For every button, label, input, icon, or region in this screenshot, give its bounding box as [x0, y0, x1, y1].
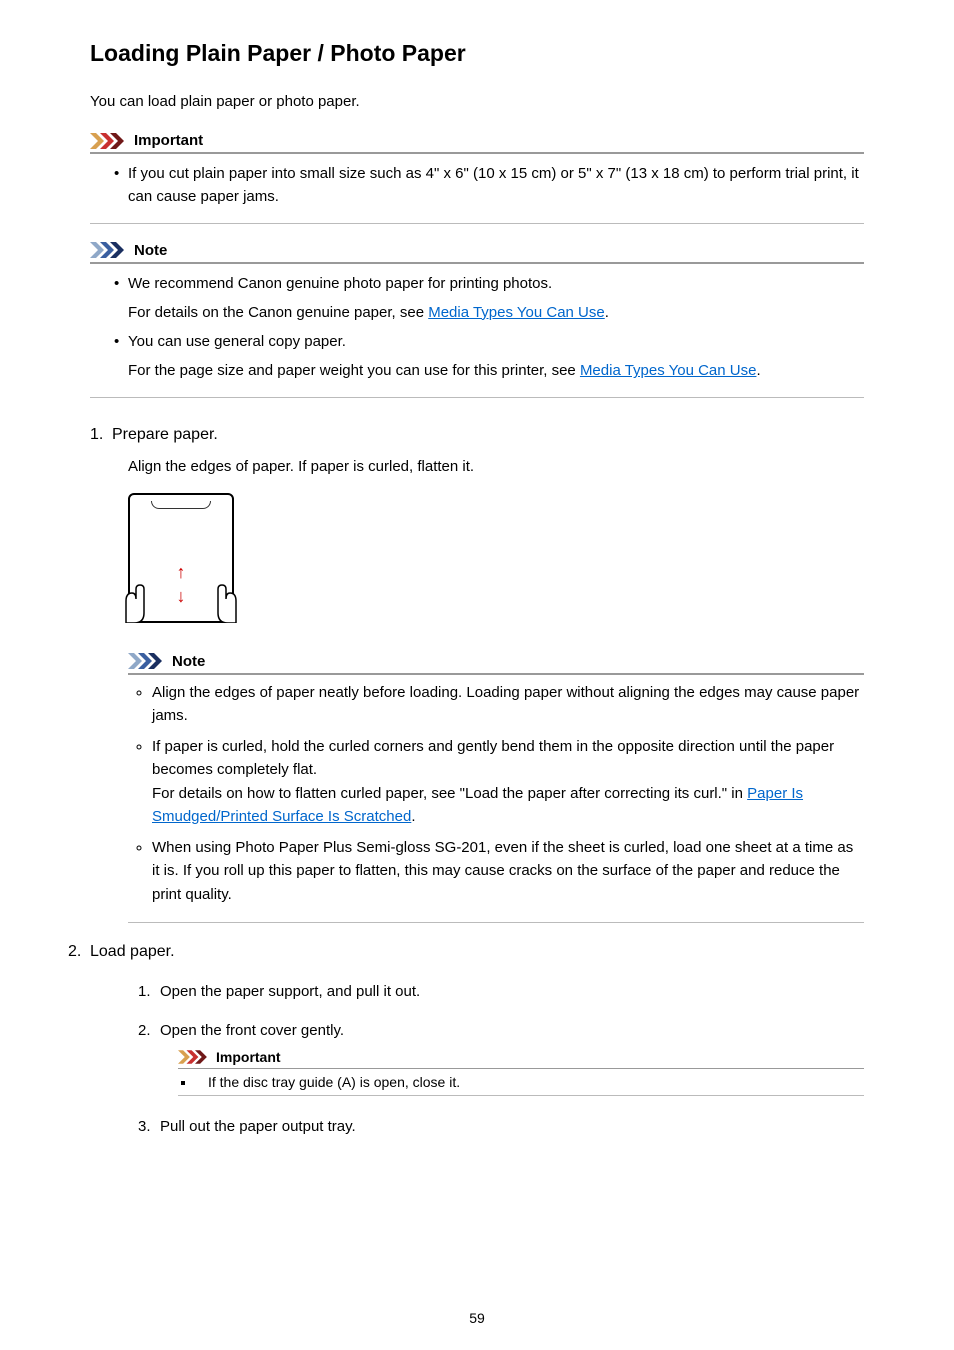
step-desc: Align the edges of paper. If paper is cu… — [128, 458, 864, 475]
chevrons-icon — [128, 653, 168, 669]
note-item: You can use general copy paper. For the … — [114, 330, 864, 383]
step-title: Load paper. — [90, 943, 864, 961]
note-label: Note — [134, 242, 167, 259]
note-sub-post: . — [756, 362, 760, 379]
note-sub-post: . — [605, 304, 609, 321]
note-sub-pre: For the page size and paper weight you c… — [128, 362, 580, 379]
chevrons-icon — [90, 133, 130, 149]
step-note-callout: Note Align the edges of paper neatly bef… — [128, 653, 864, 923]
substep-text: Open the front cover gently. — [160, 1022, 344, 1039]
note-sub-pre: For details on how to flatten curled pap… — [152, 785, 747, 802]
important-item: If the disc tray guide (A) is open, clos… — [196, 1074, 864, 1090]
media-types-link[interactable]: Media Types You Can Use — [580, 362, 757, 379]
chevrons-icon — [90, 242, 130, 258]
important-label: Important — [216, 1049, 281, 1065]
important-item: If you cut plain paper into small size s… — [114, 162, 864, 209]
hand-icon — [214, 583, 240, 623]
substep-3: Pull out the paper output tray. — [138, 1118, 864, 1135]
note-sub-post: . — [411, 808, 415, 825]
hand-icon — [122, 583, 148, 623]
note-sub-pre: For details on the Canon genuine paper, … — [128, 304, 428, 321]
note-text: If paper is curled, hold the curled corn… — [152, 738, 834, 778]
important-label: Important — [134, 132, 203, 149]
media-types-link[interactable]: Media Types You Can Use — [428, 304, 605, 321]
page-number: 59 — [469, 1310, 485, 1326]
note-text: We recommend Canon genuine photo paper f… — [128, 275, 552, 292]
note-item: If paper is curled, hold the curled corn… — [152, 735, 864, 828]
page-title: Loading Plain Paper / Photo Paper — [90, 40, 864, 67]
substep-1: Open the paper support, and pull it out. — [138, 983, 864, 1000]
step-2: Load paper. Open the paper support, and … — [68, 943, 864, 1136]
arrow-down-icon: ↓ — [177, 586, 186, 607]
note-item: When using Photo Paper Plus Semi-gloss S… — [152, 836, 864, 906]
intro-text: You can load plain paper or photo paper. — [90, 93, 864, 110]
step-1: Prepare paper. Align the edges of paper.… — [90, 426, 864, 923]
arrow-up-icon: ↑ — [177, 562, 186, 583]
note-item: Align the edges of paper neatly before l… — [152, 681, 864, 728]
step-title: Prepare paper. — [112, 426, 864, 444]
important-callout: Important If you cut plain paper into sm… — [90, 132, 864, 224]
chevrons-icon — [178, 1050, 212, 1064]
note-item: We recommend Canon genuine photo paper f… — [114, 272, 864, 325]
substep-2: Open the front cover gently. — [138, 1022, 864, 1097]
note-text: You can use general copy paper. — [128, 333, 346, 350]
note-label: Note — [172, 653, 205, 670]
sub-important-callout: Important If the disc tray guide (A) is … — [160, 1049, 864, 1097]
paper-align-figure: ↑ ↓ — [128, 493, 234, 623]
note-callout: Note We recommend Canon genuine photo pa… — [90, 242, 864, 398]
